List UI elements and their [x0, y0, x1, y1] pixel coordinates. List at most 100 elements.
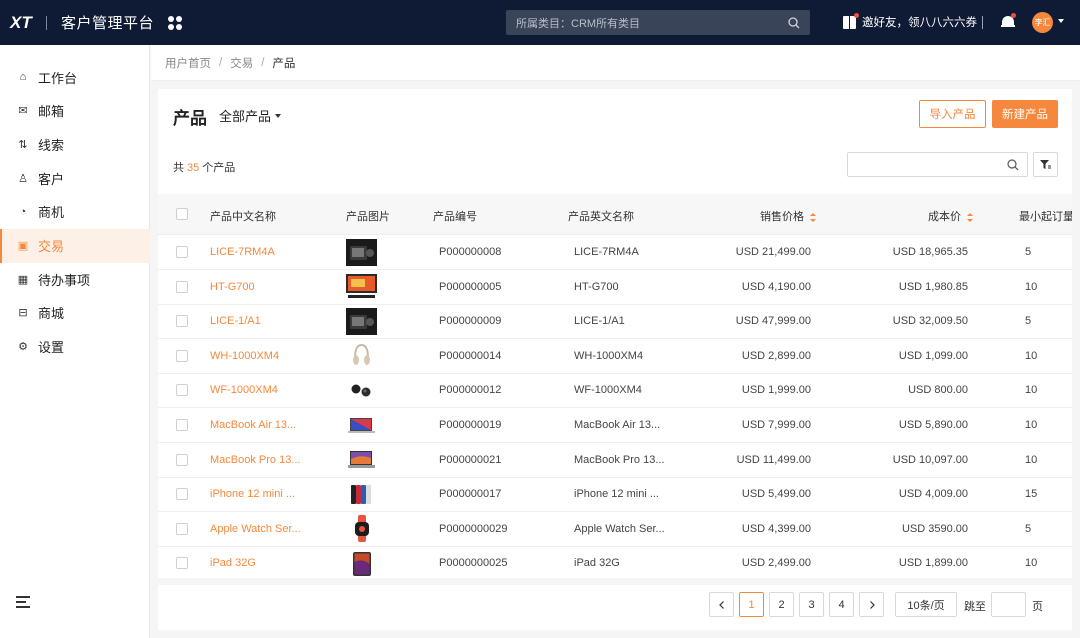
sidebar-item-label: 交易: [38, 239, 65, 254]
sidebar-item-4[interactable]: ◔ 商机: [0, 195, 150, 229]
prev-page-button[interactable]: [709, 592, 734, 617]
invite-friends-link[interactable]: 邀好友，领八八六六券: [843, 12, 977, 30]
sidebar-item-6[interactable]: ▦ 待办事项: [0, 262, 150, 296]
notification-bell-icon[interactable]: [1001, 13, 1016, 29]
row-checkbox[interactable]: [176, 280, 188, 293]
product-en-name: LICE-1/A1: [574, 315, 625, 328]
table-row[interactable]: LICE-1/A1 P000000009 LICE-1/A1 USD 47,999.0…: [158, 304, 1072, 340]
chevron-down-icon[interactable]: [1058, 19, 1064, 23]
product-image: [346, 238, 377, 266]
invite-text: 邀好友，领八八六六券: [862, 17, 977, 29]
table-row[interactable]: iPhone 12 mini ... P000000017 iPhone 12 mi…: [158, 477, 1072, 513]
product-min-qty: 10: [1025, 419, 1038, 431]
sidebar-item-label: 工作台: [38, 70, 78, 86]
product-min-qty: 15: [1025, 488, 1038, 501]
row-checkbox[interactable]: [176, 419, 188, 431]
product-cn-name-link[interactable]: iPhone 12 mini ...: [210, 488, 295, 500]
search-icon[interactable]: [1007, 159, 1019, 171]
sidebar-item-1[interactable]: ✉ 邮箱: [0, 94, 150, 128]
product-search-input[interactable]: [847, 152, 1028, 177]
product-price: USD 4,399.00: [741, 522, 811, 535]
product-cn-name-link[interactable]: MacBook Pro 13...: [210, 454, 301, 466]
opportunity-icon: ◔: [19, 205, 27, 218]
product-code: P000000009: [439, 315, 502, 328]
table-row[interactable]: HT-G700 P000000005 HT-G700 USD 4,190.00 USD …: [158, 270, 1072, 305]
product-cost: USD 3590.00: [901, 522, 968, 535]
product-min-qty: 10: [1025, 349, 1038, 362]
product-en-name: HT-G700: [574, 280, 619, 293]
logo-divider: [46, 15, 47, 30]
row-checkbox[interactable]: [176, 246, 188, 258]
page-button-4[interactable]: 4: [829, 592, 854, 617]
product-cn-name-link[interactable]: WH-1000XM4: [210, 350, 279, 362]
notification-dot: [1011, 13, 1016, 18]
row-checkbox[interactable]: [176, 349, 188, 362]
sort-icon[interactable]: [967, 212, 973, 222]
jump-to-page-input[interactable]: [991, 592, 1026, 617]
search-icon[interactable]: [788, 16, 800, 29]
user-avatar[interactable]: 李汇: [1032, 12, 1053, 33]
home-icon: ⌂: [19, 71, 27, 83]
product-cn-name-link[interactable]: LICE-7RM4A: [210, 246, 275, 258]
table-row[interactable]: WF-1000XM4 P000000012 WF-1000XM4 USD 1,999.…: [158, 373, 1072, 409]
breadcrumb-trade[interactable]: 交易: [230, 55, 253, 71]
product-filter-label: 全部产品: [219, 109, 272, 124]
product-cn-name-link[interactable]: LICE-1/A1: [210, 315, 261, 327]
product-min-qty: 5: [1025, 522, 1032, 535]
row-checkbox[interactable]: [176, 315, 188, 328]
sidebar-item-2[interactable]: ⇅ 线索: [0, 127, 150, 161]
product-image: [346, 515, 377, 543]
product-cn-name-link[interactable]: HT-G700: [210, 281, 255, 293]
product-cn-name-link[interactable]: WF-1000XM4: [210, 384, 278, 396]
sidebar-item-3[interactable]: ♙ 客户: [0, 161, 150, 195]
sidebar-item-7[interactable]: ⊟ 商城: [0, 296, 150, 330]
page-size-select[interactable]: 10条/页: [895, 592, 957, 617]
product-price: USD 21,499.00: [735, 246, 811, 258]
table-row[interactable]: Apple Watch Ser... P0000000029 Apple Watch…: [158, 512, 1072, 547]
sidebar-item-label: 邮箱: [38, 104, 65, 120]
product-code: P000000017: [439, 488, 502, 501]
sidebar-item-5[interactable]: ▣ 交易: [0, 228, 150, 263]
product-cn-name-link[interactable]: iPad 32G: [210, 557, 256, 569]
import-product-button[interactable]: 导入产品: [919, 100, 986, 128]
category-search-input[interactable]: 所属类目：CRM所有类目: [506, 10, 810, 35]
product-cn-name-link[interactable]: MacBook Air 13...: [210, 419, 296, 431]
filter-button[interactable]: [1033, 152, 1058, 177]
table-row[interactable]: LICE-7RM4A P000000008 LICE-7RM4A USD 21,499…: [158, 235, 1072, 270]
sidebar-item-8[interactable]: ⚙ 设置: [0, 330, 150, 364]
clue-icon: ⇅: [18, 138, 28, 151]
table-row[interactable]: MacBook Pro 13... P000000021 MacBook Pro 1…: [158, 443, 1072, 478]
header-cost-label: 成本价: [928, 211, 961, 223]
page-button-2[interactable]: 2: [769, 592, 794, 617]
breadcrumb: 用户首页 / 交易 / 产品: [151, 45, 1080, 81]
table-row[interactable]: WH-1000XM4 P000000014 WH-1000XM4 USD 2,899.…: [158, 339, 1072, 374]
new-product-button[interactable]: 新建产品: [992, 100, 1058, 128]
product-cost: USD 1,980.85: [898, 280, 968, 293]
breadcrumb-home[interactable]: 用户首页: [165, 55, 211, 71]
table-row[interactable]: MacBook Air 13... P000000019 MacBook Air 1…: [158, 408, 1072, 443]
select-all-checkbox[interactable]: [176, 208, 188, 220]
row-checkbox[interactable]: [176, 453, 188, 466]
page-label: 页: [1032, 601, 1043, 613]
sort-icon[interactable]: [810, 212, 816, 222]
app-logo[interactable]: XT: [10, 13, 40, 33]
row-checkbox[interactable]: [176, 522, 188, 535]
row-checkbox[interactable]: [176, 384, 188, 397]
collapse-menu-icon[interactable]: [16, 596, 30, 608]
table-row[interactable]: iPad 32G P0000000025 iPad 32G USD 2,499.00 U…: [158, 546, 1072, 578]
product-code: P000000008: [439, 246, 502, 258]
next-page-button[interactable]: [859, 592, 884, 617]
header-cost[interactable]: 成本价: [928, 208, 973, 224]
count-suffix: 个产品: [202, 162, 236, 174]
product-filter-dropdown[interactable]: 全部产品: [219, 106, 282, 125]
page-button-3[interactable]: 3: [799, 592, 824, 617]
product-cn-name-link[interactable]: Apple Watch Ser...: [210, 523, 301, 535]
product-image: [346, 446, 377, 474]
row-checkbox[interactable]: [176, 557, 188, 570]
sidebar-item-0[interactable]: ⌂ 工作台: [0, 60, 150, 94]
product-min-qty: 10: [1025, 557, 1038, 570]
header-price[interactable]: 销售价格: [760, 208, 816, 224]
apps-grid-icon[interactable]: [168, 15, 183, 30]
row-checkbox[interactable]: [176, 488, 188, 501]
page-button-1[interactable]: 1: [739, 592, 764, 617]
